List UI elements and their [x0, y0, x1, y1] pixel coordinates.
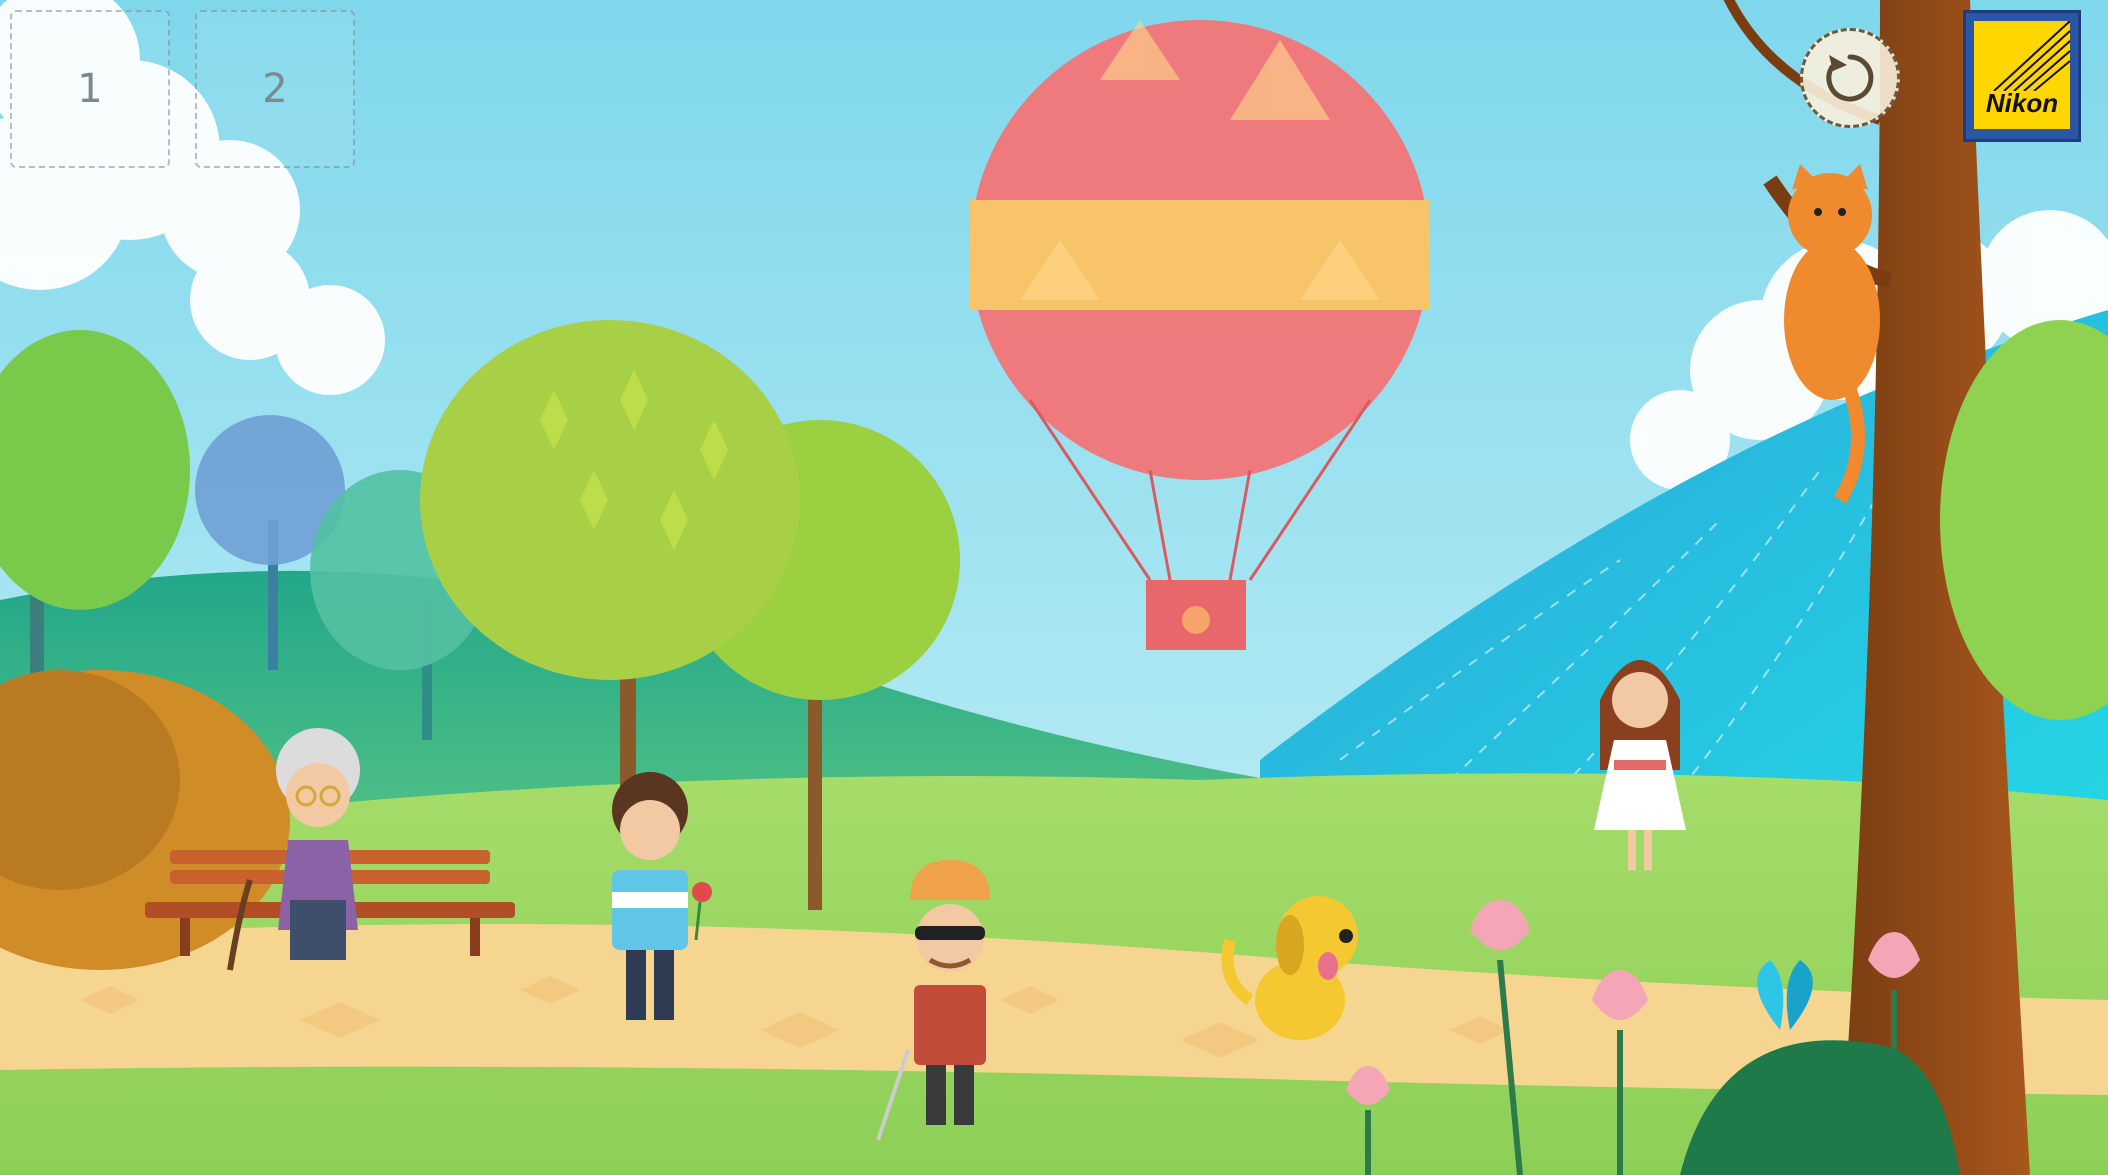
- brand-badge-inner: Nikon: [1974, 21, 2070, 129]
- reset-arrow-icon: [1826, 54, 1874, 102]
- brand-badge-text: Nikon: [1985, 88, 2059, 118]
- found-slot-1[interactable]: 1: [10, 10, 170, 168]
- brand-rays-icon: [1993, 21, 2070, 92]
- found-slot-2[interactable]: 2: [195, 10, 355, 168]
- brand-badge[interactable]: Nikon: [1963, 10, 2081, 142]
- reset-button[interactable]: [1800, 28, 1900, 128]
- park-scene: [0, 0, 2108, 1175]
